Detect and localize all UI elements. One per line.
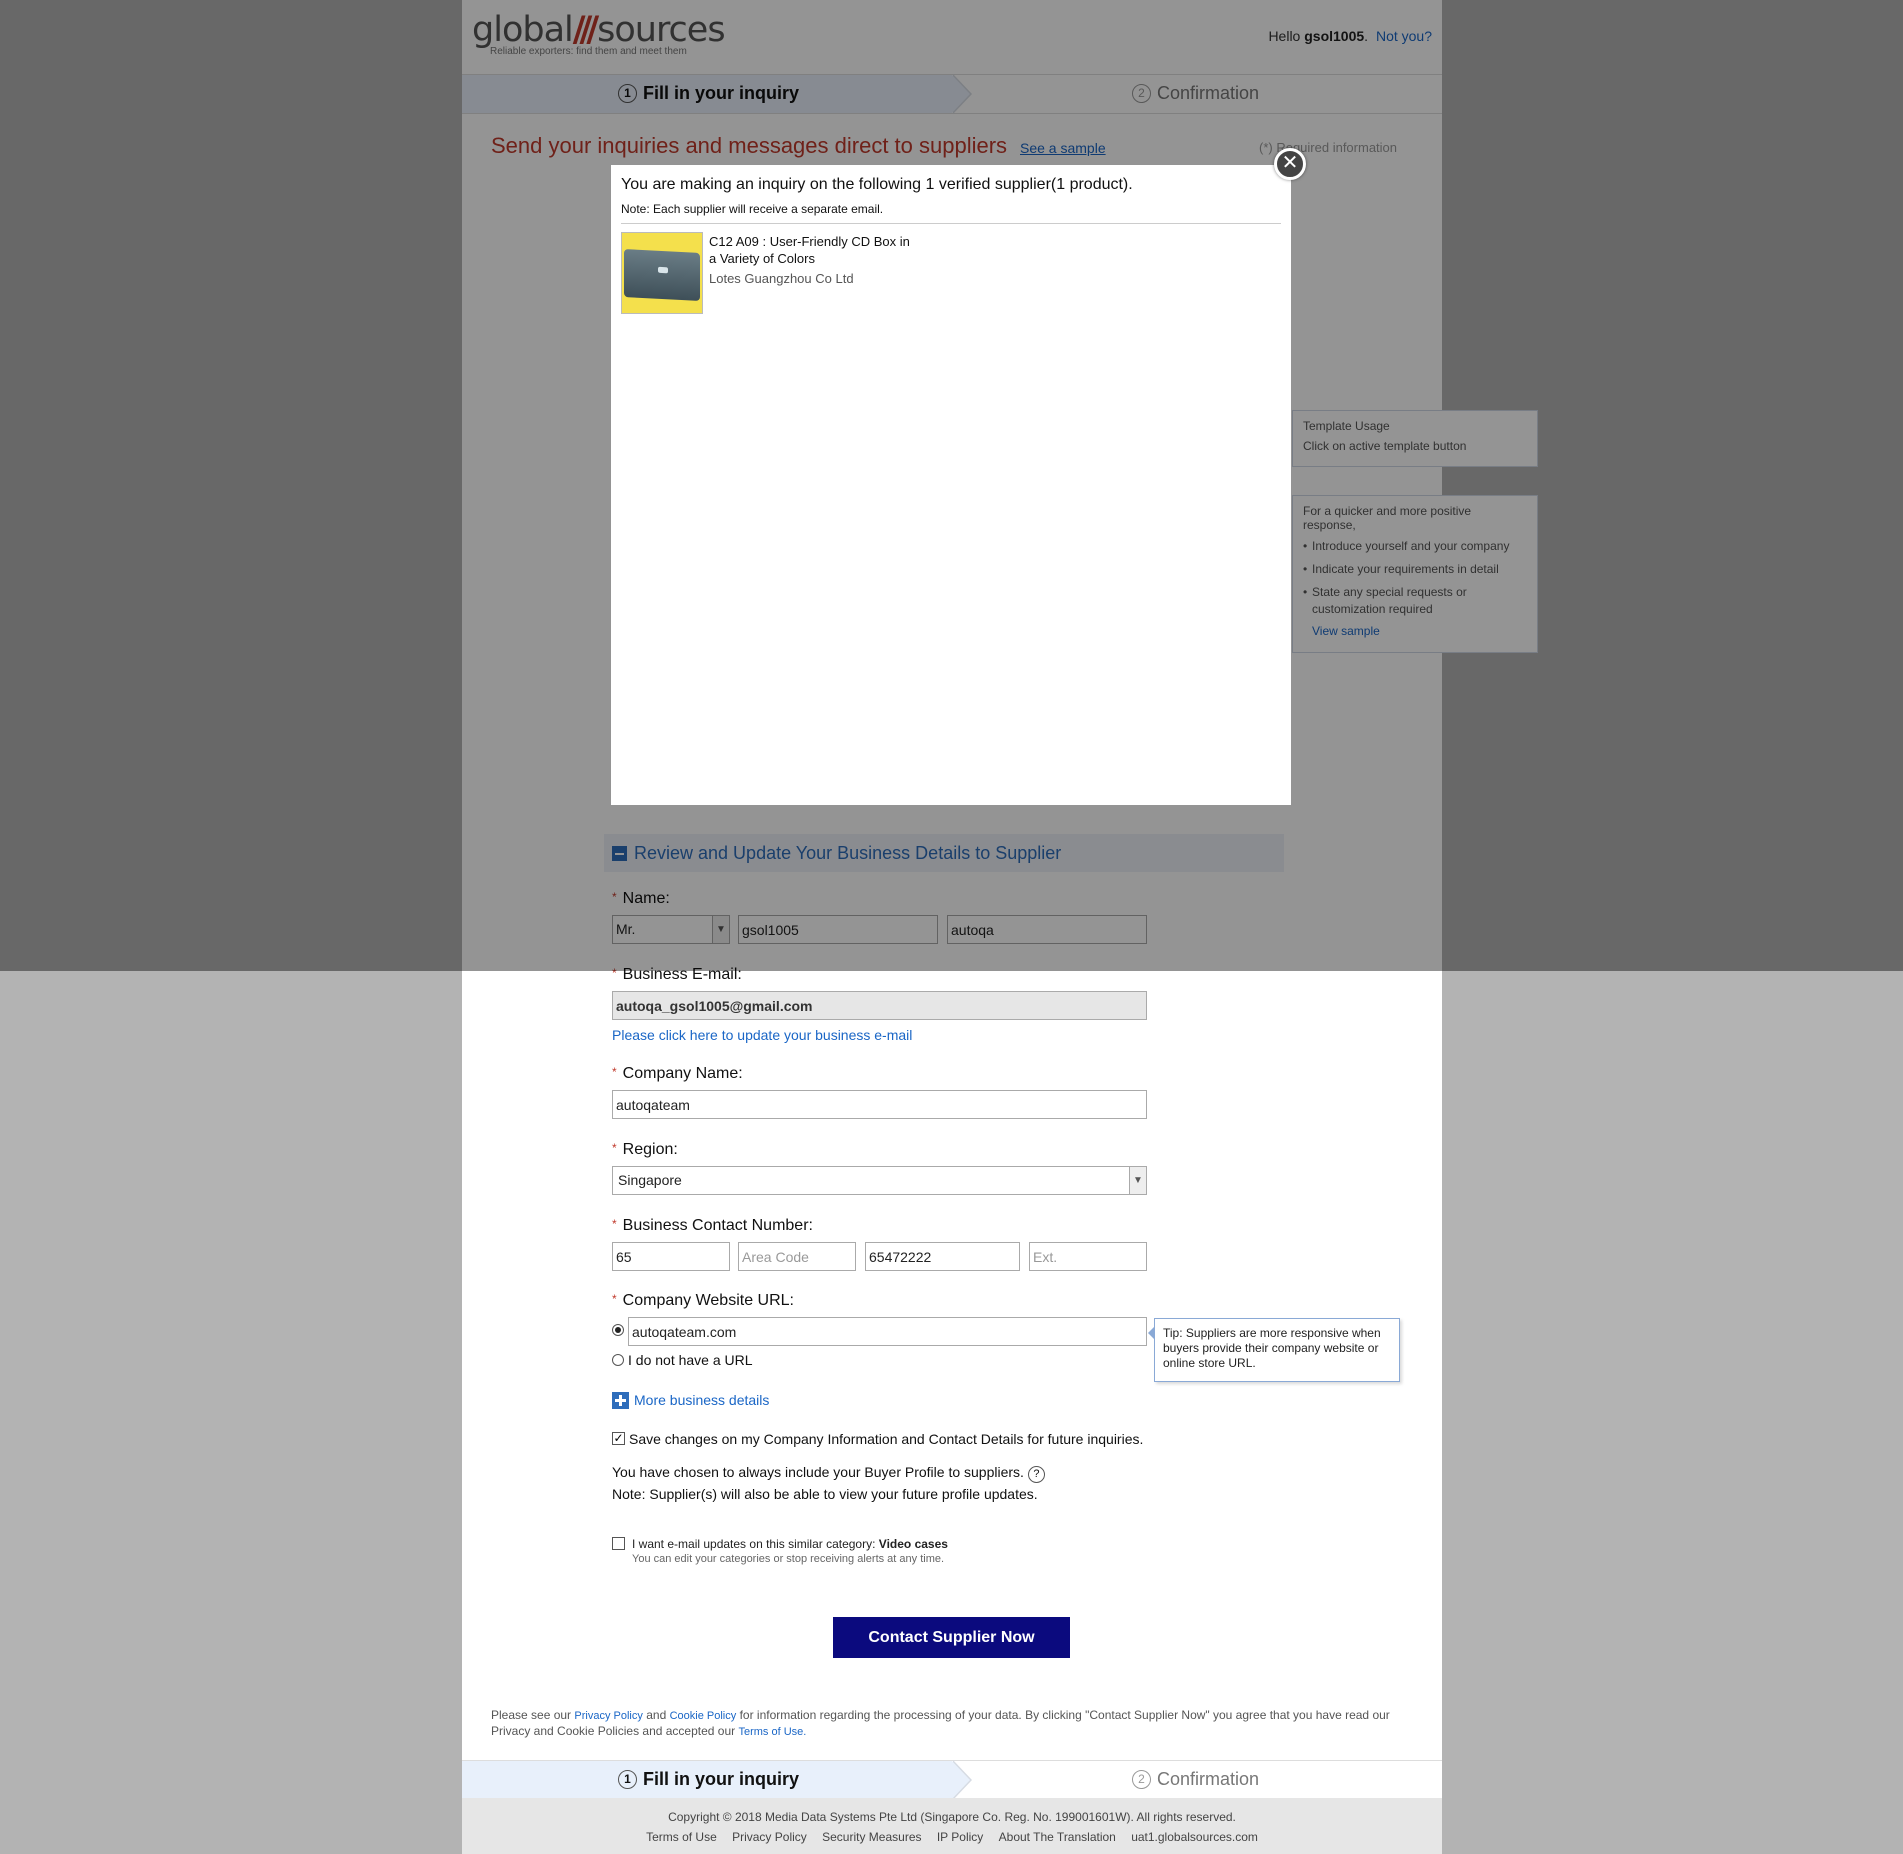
region-label: * Region:: [612, 1141, 678, 1158]
step-confirmation: 2 Confirmation: [1132, 1769, 1259, 1790]
terms-of-use-link[interactable]: Terms of Use.: [738, 1726, 806, 1738]
no-url-radio[interactable]: [612, 1354, 624, 1366]
updates-category: Video cases: [878, 1537, 948, 1551]
website-tip-tooltip: Tip: Suppliers are more responsive when …: [1148, 1318, 1400, 1382]
privacy-policy-link[interactable]: Privacy Policy: [574, 1710, 642, 1722]
cd-box-image: [624, 249, 700, 301]
more-business-details-link[interactable]: More business details: [634, 1392, 769, 1408]
business-email-field: [612, 991, 1147, 1020]
update-email-link[interactable]: Please click here to update your busines…: [612, 1027, 912, 1043]
product-title: C12 A09 : User-Friendly CD Box in a Vari…: [709, 234, 910, 266]
footer-link-site[interactable]: uat1.globalsources.com: [1131, 1830, 1258, 1844]
contact-number-label: * Business Contact Number:: [612, 1217, 813, 1234]
cookie-policy-link[interactable]: Cookie Policy: [670, 1710, 737, 1722]
policy-notice: Please see our Privacy Policy and Cookie…: [491, 1708, 1390, 1738]
supplier-name: Lotes Guangzhou Co Ltd: [709, 271, 854, 286]
contact-supplier-button[interactable]: Contact Supplier Now: [833, 1617, 1070, 1658]
website-input[interactable]: [628, 1317, 1147, 1346]
footer-link-translation[interactable]: About The Translation: [999, 1830, 1116, 1844]
footer-link-terms[interactable]: Terms of Use: [646, 1830, 717, 1844]
progress-steps-bottom: 1 Fill in your inquiry 2 Confirmation: [462, 1760, 1442, 1800]
save-changes-checkbox[interactable]: ✓: [612, 1432, 625, 1445]
product-thumbnail: [621, 232, 703, 314]
chevron-down-icon: ▼: [1129, 1167, 1146, 1194]
email-updates-checkbox[interactable]: [612, 1537, 625, 1550]
website-label: * Company Website URL:: [612, 1292, 794, 1309]
company-name-label: * Company Name:: [612, 1065, 743, 1082]
phone-number-input[interactable]: [865, 1242, 1020, 1271]
region-select[interactable]: Singapore ▼: [612, 1166, 1147, 1195]
copyright: Copyright © 2018 Media Data Systems Pte …: [668, 1810, 1236, 1824]
email-updates-label[interactable]: I want e-mail updates on this similar ca…: [632, 1537, 948, 1551]
footer-link-security[interactable]: Security Measures: [822, 1830, 921, 1844]
profile-note: Note: Supplier(s) will also be able to v…: [612, 1486, 1038, 1502]
step-fill-inquiry: 1 Fill in your inquiry: [618, 1769, 799, 1790]
buyer-profile-text: You have chosen to always include your B…: [612, 1464, 1045, 1483]
step-number-1: 1: [618, 1770, 637, 1789]
footer-link-ip-policy[interactable]: IP Policy: [937, 1830, 983, 1844]
expand-icon[interactable]: [612, 1392, 629, 1409]
email-updates-subtext: You can edit your categories or stop rec…: [632, 1553, 945, 1565]
country-code-input[interactable]: [612, 1242, 730, 1271]
footer: Copyright © 2018 Media Data Systems Pte …: [462, 1798, 1442, 1854]
modal-title: You are making an inquiry on the followi…: [621, 176, 1133, 193]
close-icon[interactable]: ✕: [1274, 148, 1306, 180]
footer-link-privacy[interactable]: Privacy Policy: [732, 1830, 807, 1844]
footer-links: Terms of Use Privacy Policy Security Mea…: [462, 1830, 1442, 1844]
no-url-label[interactable]: I do not have a URL: [628, 1352, 753, 1368]
website-radio[interactable]: [612, 1324, 624, 1336]
area-code-input[interactable]: [738, 1242, 856, 1271]
step-number-2: 2: [1132, 1770, 1151, 1789]
company-name-input[interactable]: [612, 1090, 1147, 1119]
supplier-inquiry-modal: You are making an inquiry on the followi…: [611, 165, 1291, 805]
extension-input[interactable]: [1029, 1242, 1147, 1271]
help-icon[interactable]: ?: [1027, 1466, 1045, 1483]
save-changes-label[interactable]: Save changes on my Company Information a…: [629, 1431, 1143, 1447]
modal-divider: [621, 223, 1281, 224]
modal-note: Note: Each supplier will receive a separ…: [621, 202, 884, 216]
